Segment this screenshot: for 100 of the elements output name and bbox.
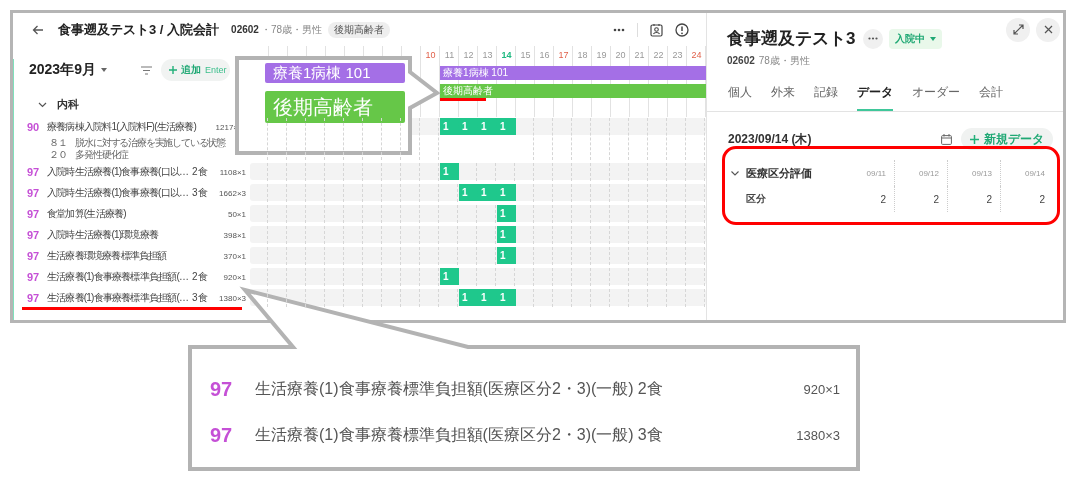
item-amount: 398×1 xyxy=(222,230,247,240)
patient-info: 78歳・男性 xyxy=(758,54,810,68)
item-name[interactable]: 入院時生活療養(1)食事療養(口以… xyxy=(47,165,192,179)
month-selector[interactable]: 2023年9月 xyxy=(29,61,107,79)
patient-info: ・78歳・男性 xyxy=(260,22,322,37)
day-label: 21 xyxy=(633,49,646,62)
chevron-icon[interactable] xyxy=(38,101,47,108)
contact-card-icon[interactable] xyxy=(650,22,663,37)
item-code: 97 xyxy=(210,423,234,447)
count-cell[interactable]: 1 xyxy=(497,118,516,135)
item-amount: 920×1 xyxy=(222,272,247,282)
count-cell[interactable]: 1 xyxy=(459,184,478,201)
plus-icon xyxy=(970,134,979,144)
patient-id: 02602 xyxy=(727,55,755,66)
stay-band: 後期高齢者 xyxy=(440,84,706,98)
tab[interactable]: 個人 xyxy=(728,80,752,111)
meal-count: 2食 xyxy=(192,165,209,179)
annotation-underline xyxy=(440,98,486,101)
more-icon[interactable] xyxy=(613,27,625,32)
count-cell[interactable]: 1 xyxy=(440,118,459,135)
item-name[interactable]: 入院時生活療養(1)食事療養(口以… xyxy=(47,186,192,200)
item-amount: 1380×3 xyxy=(796,427,840,443)
back-icon[interactable] xyxy=(32,24,44,35)
expand-button[interactable] xyxy=(1006,17,1030,42)
column-date: 09/12 xyxy=(918,168,939,178)
day-label: 12 xyxy=(462,49,475,62)
count-cell[interactable]: 1 xyxy=(459,289,478,306)
table-cell: 2 xyxy=(986,193,992,205)
count-cell[interactable]: 1 xyxy=(497,247,516,264)
group-label: 内科 xyxy=(57,97,79,112)
expand-icon xyxy=(1012,24,1024,35)
item-amount: 1662×3 xyxy=(218,188,247,198)
tab[interactable]: オーダー xyxy=(912,80,960,111)
item-name: 生活療養(1)食事療養標準負担額(医療区分2・3)(一般) xyxy=(255,424,634,445)
tab[interactable]: 会計 xyxy=(979,80,1003,111)
item-code: 97 xyxy=(27,208,41,220)
more-icon xyxy=(868,37,879,40)
filter-icon[interactable] xyxy=(140,65,152,75)
item-name[interactable]: 生活療養(1)食事療養標準負担額(… xyxy=(47,270,192,284)
item-code: 97 xyxy=(27,250,41,262)
tab[interactable]: 外来 xyxy=(771,80,795,111)
table-cell: 2 xyxy=(933,193,939,205)
day-label: 16 xyxy=(538,49,551,62)
item-code: 97 xyxy=(27,166,41,178)
stay-band: 療養1病棟 101 xyxy=(265,63,405,83)
alert-icon[interactable] xyxy=(675,22,689,37)
tab[interactable]: データ xyxy=(857,80,893,111)
count-cell[interactable]: 1 xyxy=(497,205,516,222)
meal-count: 3食 xyxy=(192,186,209,200)
item-amount: 1108×1 xyxy=(218,167,247,177)
date-label: 2023/09/14 (木) xyxy=(728,130,812,148)
count-cell[interactable]: 1 xyxy=(497,184,516,201)
chevron-icon[interactable] xyxy=(731,170,739,176)
item-code: 97 xyxy=(210,377,234,401)
tab[interactable]: 記録 xyxy=(814,80,838,111)
item-amount: 1380×3 xyxy=(218,293,247,303)
day-label: 15 xyxy=(519,49,532,62)
count-cell[interactable]: 1 xyxy=(440,268,459,285)
day-label: 10 xyxy=(424,49,437,62)
add-button[interactable]: 追加 Enter xyxy=(160,59,231,81)
day-label: 19 xyxy=(595,49,608,62)
count-cell[interactable]: 1 xyxy=(478,118,497,135)
day-label: 17 xyxy=(557,49,570,62)
more-button[interactable] xyxy=(863,28,884,49)
diagnosis-note: ８１ 脱水に対する治療を実施している状態 xyxy=(48,137,227,149)
count-cell[interactable]: 1 xyxy=(440,163,459,180)
calendar-icon[interactable] xyxy=(941,133,952,145)
meal-count: 2食 xyxy=(192,270,209,284)
close-button[interactable] xyxy=(1036,17,1060,42)
day-label: 18 xyxy=(576,49,589,62)
status-tag: 後期高齢者 xyxy=(328,21,390,38)
item-name: 生活療養(1)食事療養標準負担額(医療区分2・3)(一般) xyxy=(255,378,634,399)
item-code: 90 xyxy=(27,121,41,133)
close-icon xyxy=(1043,25,1053,34)
item-name[interactable]: 食堂加算(生活療養) xyxy=(47,207,212,221)
stay-band: 後期高齢者 xyxy=(265,91,405,123)
item-name[interactable]: 生活療養環境療養標準負担額 xyxy=(47,249,212,263)
page-title: 食事遡及テスト3 / 入院会計 xyxy=(58,20,220,39)
count-cell[interactable]: 1 xyxy=(478,289,497,306)
item-name[interactable]: 入院時生活療養(1)環境療養 xyxy=(47,228,212,242)
day-label: 24 xyxy=(690,49,703,62)
item-code: 97 xyxy=(27,271,41,283)
diagnosis-note: ２０ 多発性硬化症 xyxy=(48,149,130,161)
item-amount: 920×1 xyxy=(803,381,840,397)
count-cell[interactable]: 1 xyxy=(478,184,497,201)
count-cell[interactable]: 1 xyxy=(497,289,516,306)
item-name[interactable]: 療養病棟入院料1(入院料F)(生活療養) xyxy=(47,120,212,134)
table-cell: 2 xyxy=(880,193,886,205)
item-amount: 370×1 xyxy=(222,251,247,261)
plus-icon xyxy=(168,66,177,74)
day-label: 20 xyxy=(614,49,627,62)
table-cell: 2 xyxy=(1039,193,1045,205)
count-cell[interactable]: 1 xyxy=(497,226,516,243)
count-cell[interactable]: 1 xyxy=(459,118,478,135)
meal-count: 3食 xyxy=(192,291,209,305)
section-title: 医療区分評価 xyxy=(746,165,812,181)
stay-band: 療養1病棟 101 xyxy=(440,66,706,80)
column-date: 09/14 xyxy=(1024,168,1045,178)
item-name[interactable]: 生活療養(1)食事療養標準負担額(… xyxy=(47,291,192,305)
status-dropdown[interactable]: 入院中 xyxy=(889,28,943,49)
